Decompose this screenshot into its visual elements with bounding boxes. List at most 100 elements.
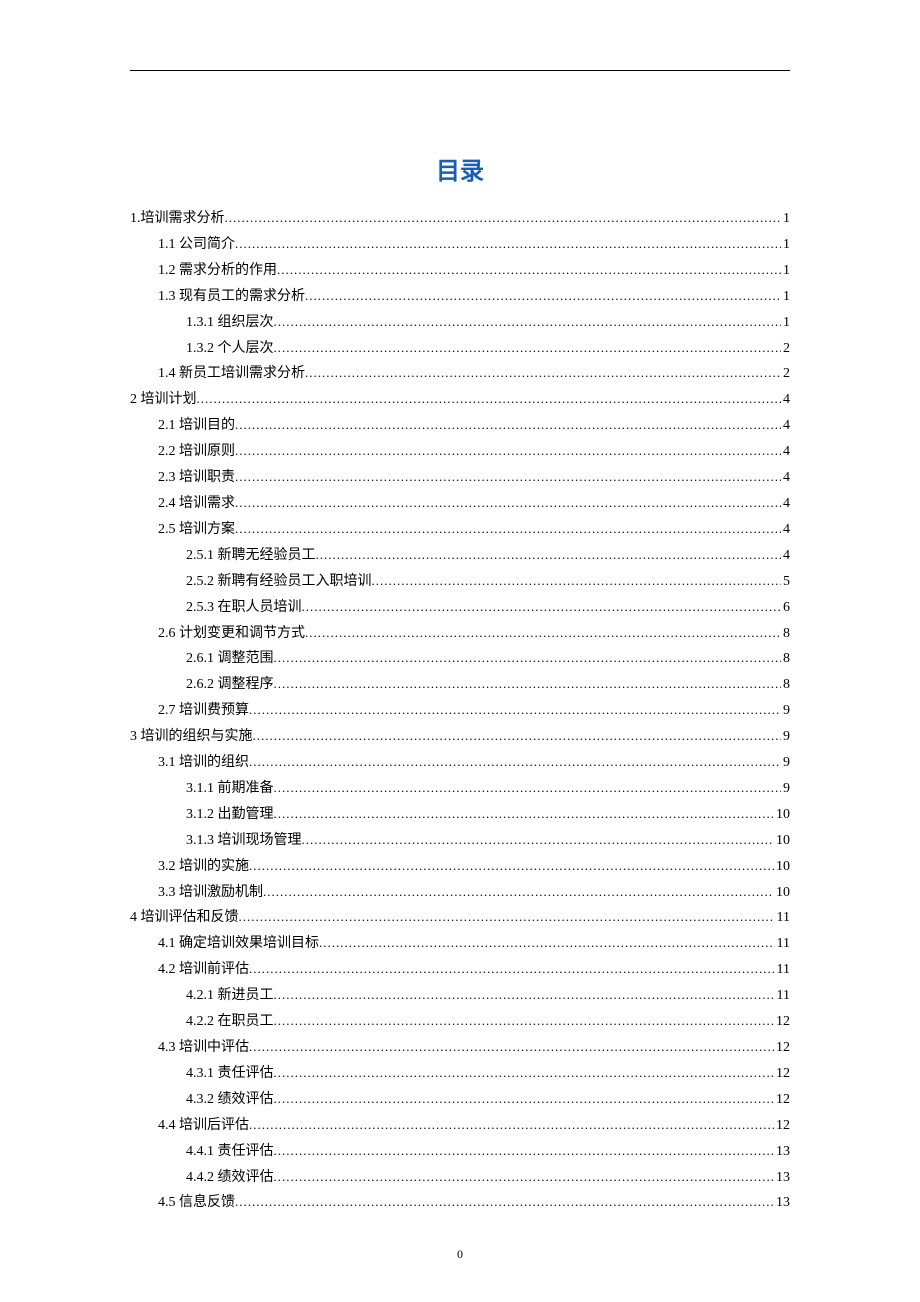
toc-entry-page: 4 (781, 518, 790, 543)
toc-leader-dots (274, 1061, 775, 1084)
toc-entry-page: 1 (781, 285, 790, 310)
toc-entry: 4.4.2 绩效评估13 (130, 1165, 790, 1191)
toc-entry-label: 4.2 培训前评估 (158, 958, 249, 983)
toc-entry-page: 9 (781, 725, 790, 750)
toc-entry-label: 2.5.2 新聘有经验员工入职培训 (186, 570, 372, 595)
toc-entry-page: 13 (774, 1166, 790, 1191)
toc-entry: 4 培训评估和反馈11 (130, 905, 790, 931)
toc-leader-dots (235, 491, 781, 514)
toc-leader-dots (239, 905, 775, 928)
toc-leader-dots (319, 931, 775, 954)
toc-entry-label: 2.2 培训原则 (158, 440, 235, 465)
toc-leader-dots (277, 258, 781, 281)
toc-entry: 3.3 培训激励机制 10 (130, 880, 790, 906)
toc-entry-page: 5 (781, 570, 790, 595)
toc-entry-label: 3.1.1 前期准备 (186, 777, 274, 802)
toc-entry-page: 10 (774, 855, 790, 880)
toc-entry: 2.6 计划变更和调节方式8 (130, 621, 790, 647)
toc-entry-label: 1.2 需求分析的作用 (158, 259, 277, 284)
toc-leader-dots (235, 465, 781, 488)
toc-leader-dots (249, 1113, 774, 1136)
toc-leader-dots (197, 387, 782, 410)
toc-leader-dots (274, 672, 782, 695)
toc-leader-dots (274, 646, 782, 669)
toc-entry: 2.4 培训需求4 (130, 491, 790, 517)
toc-leader-dots (249, 698, 781, 721)
toc-leader-dots (235, 232, 781, 255)
toc-entry-page: 11 (775, 958, 790, 983)
toc-leader-dots (274, 1165, 775, 1188)
toc-leader-dots (274, 776, 782, 799)
toc-entry-label: 2.3 培训职责 (158, 466, 235, 491)
toc-entry-page: 12 (774, 1088, 790, 1113)
toc-entry-page: 8 (781, 622, 790, 647)
toc-entry-page: 1 (781, 233, 790, 258)
toc-leader-dots (249, 1035, 774, 1058)
toc-entry-page: 1 (781, 207, 790, 232)
toc-entry-label: 2.6.2 调整程序 (186, 673, 274, 698)
toc-entry-label: 2.6.1 调整范围 (186, 647, 274, 672)
toc-leader-dots (305, 361, 781, 384)
toc-entry-page: 9 (781, 751, 790, 776)
toc-entry: 3.2 培训的实施10 (130, 854, 790, 880)
toc-leader-dots (235, 517, 781, 540)
toc-leader-dots (249, 750, 781, 773)
toc-leader-dots (225, 206, 782, 229)
toc-entry-page: 12 (774, 1062, 790, 1087)
toc-leader-dots (274, 310, 782, 333)
toc-leader-dots (316, 543, 782, 566)
toc-entry-label: 2.7 培训费预算 (158, 699, 249, 724)
toc-entry-page: 11 (775, 906, 790, 931)
toc-entry-label: 3.1 培训的组织 (158, 751, 249, 776)
toc-entry: 2.5 培训方案4 (130, 517, 790, 543)
toc-entry: 1.1 公司简介1 (130, 232, 790, 258)
toc-leader-dots (249, 957, 775, 980)
toc-entry-label: 1.4 新员工培训需求分析 (158, 362, 305, 387)
toc-entry-page: 6 (781, 596, 790, 621)
toc-entry-page: 2 (781, 362, 790, 387)
toc-entry-label: 1.培训需求分析 (130, 207, 225, 232)
toc-entry: 2.5.1 新聘无经验员工4 (130, 543, 790, 569)
toc-entry-label: 1.3.2 个人层次 (186, 337, 274, 362)
toc-entry-label: 4.5 信息反馈 (158, 1191, 235, 1216)
toc-entry-page: 2 (781, 337, 790, 362)
toc-entry-label: 1.3.1 组织层次 (186, 311, 274, 336)
toc-entry-page: 4 (781, 544, 790, 569)
toc-entry-label: 3.3 培训激励机制 (158, 881, 263, 906)
toc-entry-page: 13 (774, 1140, 790, 1165)
toc-leader-dots (305, 284, 781, 307)
toc-entry-page: 4 (781, 440, 790, 465)
toc-entry: 2.5.2 新聘有经验员工入职培训 5 (130, 569, 790, 595)
toc-entry-page: 9 (781, 699, 790, 724)
toc-entry-page: 4 (781, 414, 790, 439)
toc-entry: 2.7 培训费预算 9 (130, 698, 790, 724)
toc-entry: 4.4.1 责任评估13 (130, 1139, 790, 1165)
toc-entry: 3 培训的组织与实施9 (130, 724, 790, 750)
toc-entry: 3.1.2 出勤管理10 (130, 802, 790, 828)
toc-entry-page: 4 (781, 466, 790, 491)
toc-entry-page: 10 (774, 881, 790, 906)
toc-entry-page: 8 (781, 647, 790, 672)
toc-entry: 4.2.2 在职员工12 (130, 1009, 790, 1035)
toc-entry: 3.1 培训的组织 9 (130, 750, 790, 776)
toc-leader-dots (274, 1139, 775, 1162)
toc-entry: 3.1.3 培训现场管理10 (130, 828, 790, 854)
toc-leader-dots (263, 880, 774, 903)
toc-entry-label: 1.3 现有员工的需求分析 (158, 285, 305, 310)
header-rule (130, 70, 790, 71)
toc-entry-label: 2.1 培训目的 (158, 414, 235, 439)
toc-entry-label: 4.4 培训后评估 (158, 1114, 249, 1139)
toc-entry-page: 10 (774, 829, 790, 854)
toc-entry: 4.2.1 新进员工11 (130, 983, 790, 1009)
toc-entry-page: 12 (774, 1114, 790, 1139)
toc-leader-dots (235, 1190, 774, 1213)
toc-entry-label: 4.3 培训中评估 (158, 1036, 249, 1061)
toc-entry: 2.6.1 调整范围 8 (130, 646, 790, 672)
toc-leader-dots (274, 1087, 775, 1110)
toc-entry: 1.4 新员工培训需求分析 2 (130, 361, 790, 387)
toc-entry: 1.3.2 个人层次 2 (130, 336, 790, 362)
toc-entry-page: 11 (775, 984, 790, 1009)
toc-leader-dots (235, 439, 781, 462)
toc-entry-page: 8 (781, 673, 790, 698)
toc-entry-label: 2.5.3 在职人员培训 (186, 596, 302, 621)
